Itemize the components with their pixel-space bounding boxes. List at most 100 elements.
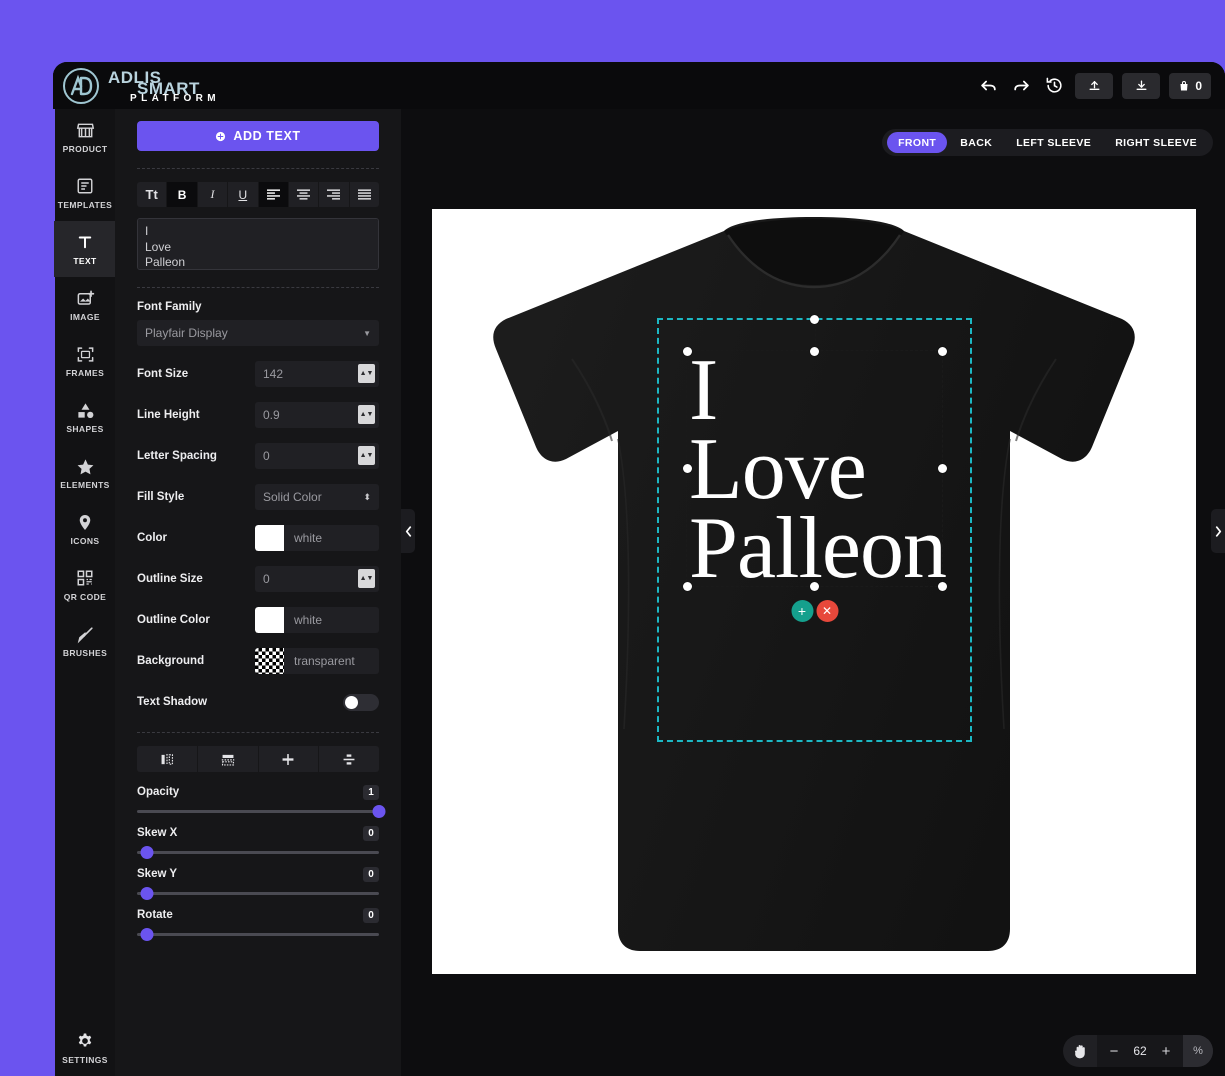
center-horizontal-button[interactable] (258, 746, 320, 772)
outline-size-label: Outline Size (137, 573, 203, 585)
rotate-slider[interactable] (137, 928, 379, 941)
fill-style-row: Fill Style Solid Color ⬍ (137, 484, 379, 510)
collapse-panel-button[interactable] (401, 509, 415, 553)
header-actions: 0 (976, 72, 1211, 99)
flip-vertical-button[interactable] (197, 746, 259, 772)
opacity-thumb[interactable] (372, 805, 386, 818)
tab-left-sleeve[interactable]: LEFT SLEEVE (1005, 132, 1102, 153)
flip-horizontal-button[interactable] (137, 746, 198, 772)
line-height-input[interactable]: 0.9 ▲▼ (255, 402, 379, 428)
outline-color-picker[interactable]: white (255, 607, 379, 633)
zoom-in-button[interactable]: + (1155, 1035, 1177, 1067)
sidebar-item-qr-code[interactable]: QR CODE (54, 557, 116, 613)
app-header: ADLIS SMART PLATFORM 0 (53, 62, 1225, 109)
sidebar-item-text[interactable]: TEXT (54, 221, 116, 277)
zoom-toolbar: − 62 + % (1063, 1035, 1213, 1067)
align-justify-button[interactable] (349, 182, 379, 207)
rotate-handle[interactable] (810, 315, 819, 324)
art-board[interactable]: I Love Palleon + ✕ (432, 209, 1196, 974)
outline-size-stepper[interactable]: ▲▼ (358, 569, 375, 588)
object-action-buttons: + ✕ (791, 600, 838, 622)
design-text-line-3: Palleon (689, 500, 947, 597)
fill-style-select[interactable]: Solid Color ⬍ (255, 484, 379, 510)
color-swatch[interactable] (255, 525, 284, 551)
duplicate-object-button[interactable]: + (791, 600, 813, 622)
hand-tool-button[interactable] (1063, 1035, 1097, 1067)
underline-button[interactable]: U (228, 182, 259, 207)
text-transform-button[interactable]: Tt (137, 182, 168, 207)
text-selection-box[interactable]: I Love Palleon + ✕ (682, 315, 947, 622)
add-text-button[interactable]: ADD TEXT (137, 121, 379, 151)
line-height-stepper[interactable]: ▲▼ (358, 405, 375, 424)
upload-button[interactable] (1075, 72, 1114, 99)
design-text-object[interactable]: I Love Palleon (687, 342, 947, 597)
skew-x-slider[interactable] (137, 846, 379, 859)
rotate-thumb[interactable] (140, 928, 154, 941)
color-value: white (294, 531, 323, 545)
zoom-percent-button[interactable]: % (1183, 1035, 1213, 1067)
skew-y-value: 0 (363, 866, 379, 882)
font-family-label: Font Family (137, 301, 202, 313)
skew-y-slider[interactable] (137, 887, 379, 900)
sidebar-item-product[interactable]: PRODUCT (54, 109, 116, 165)
design-text-line-1: I (689, 342, 718, 439)
outline-size-input[interactable]: 0 ▲▼ (255, 566, 379, 592)
sidebar-item-settings[interactable]: SETTINGS (54, 1020, 116, 1076)
background-color-picker[interactable]: transparent (255, 648, 379, 674)
align-left-button[interactable] (258, 182, 289, 207)
sidebar-item-brushes[interactable]: BRUSHES (54, 613, 116, 669)
color-picker[interactable]: white (255, 525, 379, 551)
tab-front[interactable]: FRONT (887, 132, 948, 153)
background-row: Background transparent (137, 648, 379, 674)
text-transform-glyph: Tt (145, 187, 158, 202)
letter-spacing-input[interactable]: 0 ▲▼ (255, 443, 379, 469)
redo-icon[interactable] (1009, 74, 1033, 98)
toggle-knob (345, 695, 358, 709)
delete-object-button[interactable]: ✕ (816, 600, 838, 622)
opacity-label: Opacity (137, 786, 180, 798)
tab-back[interactable]: BACK (949, 132, 1003, 153)
skew-x-label: Skew X (137, 827, 178, 839)
app-body: PRODUCT TEMPLATES TEXT IMAGE FRAMES SHAP… (53, 109, 1225, 1076)
text-shadow-toggle[interactable] (343, 693, 379, 711)
outline-color-value: white (294, 613, 323, 627)
outline-color-swatch[interactable] (255, 607, 284, 633)
bold-button[interactable]: B (167, 182, 198, 207)
undo-icon[interactable] (976, 74, 1000, 98)
outline-size-row: Outline Size 0 ▲▼ (137, 566, 379, 592)
sidebar-item-frames[interactable]: FRAMES (54, 333, 116, 389)
align-right-button[interactable] (319, 182, 350, 207)
center-vertical-button[interactable] (319, 746, 379, 772)
sidebar-item-image[interactable]: IMAGE (54, 277, 116, 333)
letter-spacing-value: 0 (263, 449, 270, 463)
sidebar-item-templates[interactable]: TEMPLATES (54, 165, 116, 221)
sidebar-item-elements[interactable]: ELEMENTS (54, 445, 116, 501)
expand-right-panel-button[interactable] (1211, 509, 1225, 553)
tab-right-sleeve[interactable]: RIGHT SLEEVE (1104, 132, 1208, 153)
cart-icon (1180, 80, 1188, 90)
zoom-out-button[interactable]: − (1103, 1035, 1125, 1067)
brush-icon (76, 625, 95, 644)
sidebar-item-shapes[interactable]: SHAPES (54, 389, 116, 445)
cart-count: 0 (1195, 78, 1202, 93)
font-size-input[interactable]: 142 ▲▼ (255, 361, 379, 387)
zoom-value[interactable]: 62 (1127, 1044, 1153, 1058)
zoom-stepper: − 62 + (1097, 1035, 1183, 1067)
rotate-label: Rotate (137, 909, 173, 921)
sidebar-item-icons[interactable]: ICONS (54, 501, 116, 557)
cart-button[interactable]: 0 (1169, 72, 1211, 99)
skew-y-thumb[interactable] (140, 887, 154, 900)
download-button[interactable] (1122, 72, 1161, 99)
align-center-button[interactable] (288, 182, 320, 207)
background-swatch[interactable] (255, 648, 284, 674)
history-clock-icon[interactable] (1042, 74, 1066, 98)
text-content-input[interactable] (137, 218, 379, 270)
font-family-select[interactable]: Playfair Display ▼ (137, 320, 379, 346)
letter-spacing-stepper[interactable]: ▲▼ (358, 446, 375, 465)
italic-button[interactable]: I (197, 182, 229, 207)
skew-x-thumb[interactable] (140, 846, 154, 859)
font-size-stepper[interactable]: ▲▼ (358, 364, 375, 383)
opacity-slider[interactable] (137, 805, 386, 818)
text-format-toolbar: Tt B I U (137, 182, 379, 207)
skew-x-value: 0 (363, 825, 379, 841)
